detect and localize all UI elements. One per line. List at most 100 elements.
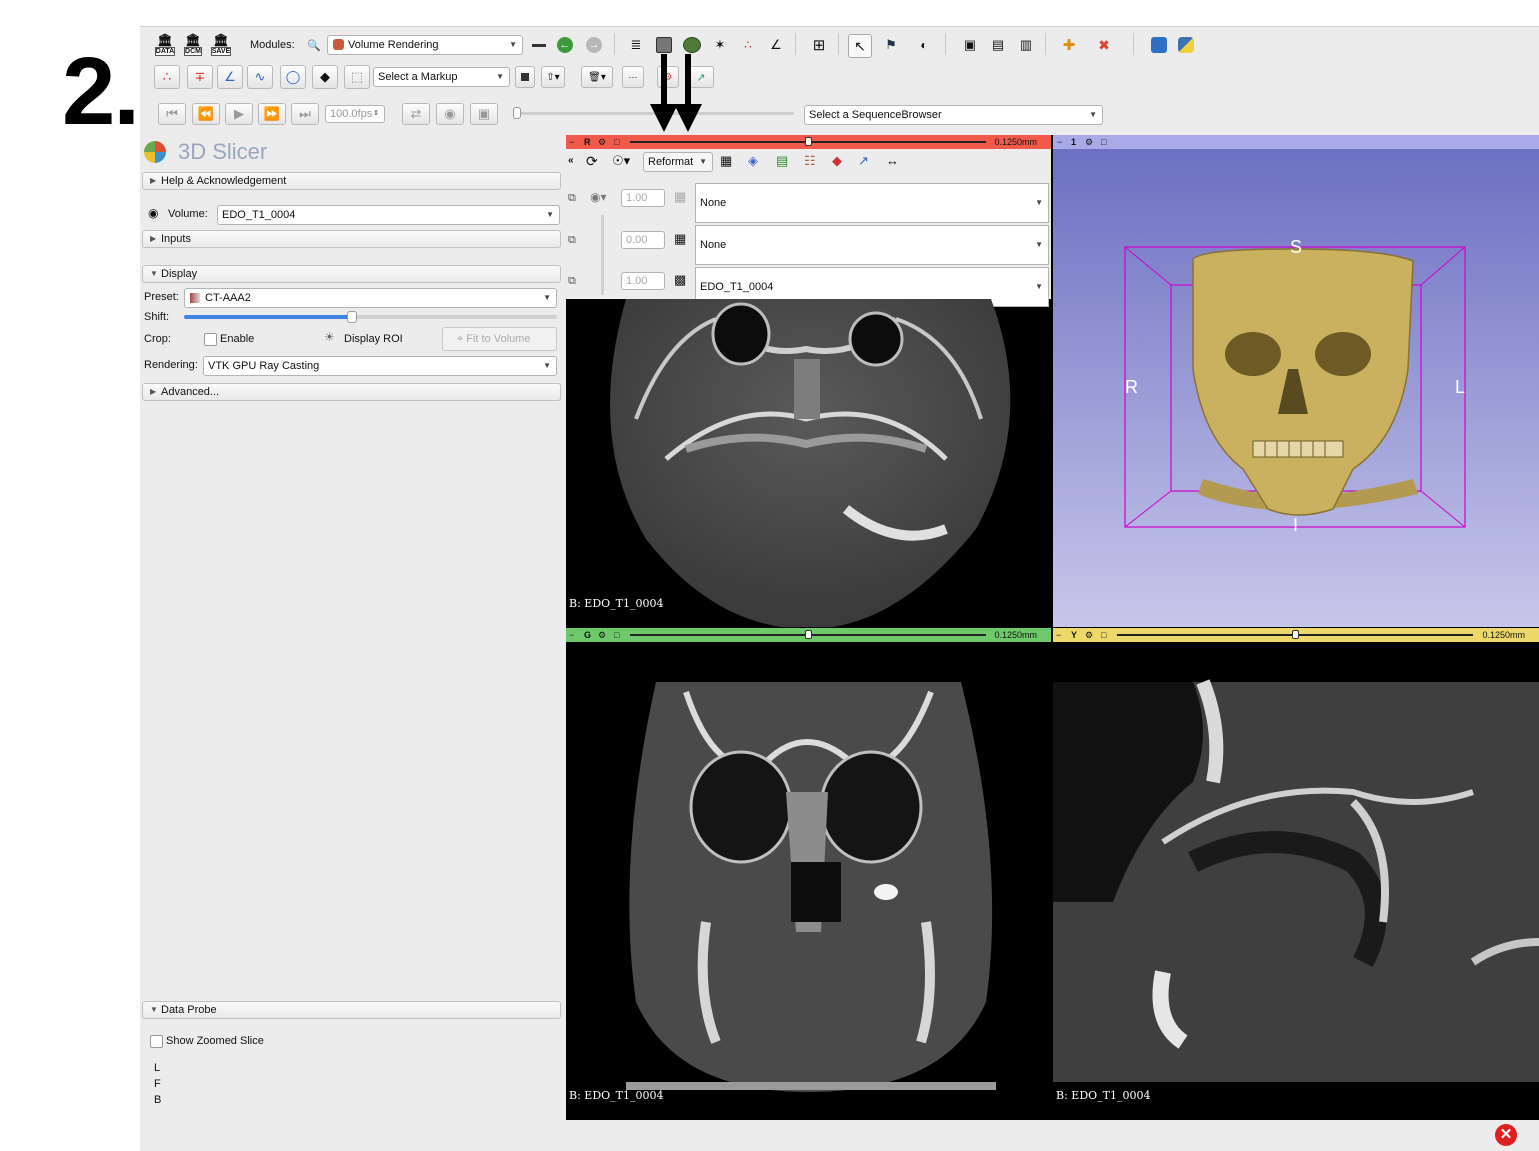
show-zoomed-slice-checkbox[interactable]: [150, 1035, 163, 1048]
link-icon[interactable]: ⚙: [598, 628, 606, 642]
ruler-icon[interactable]: ↔: [886, 153, 899, 168]
place-fiducial-icon[interactable]: ⚑: [880, 34, 902, 56]
module-selector[interactable]: Volume Rendering ▼: [327, 35, 523, 55]
delete-markup-icon[interactable]: 🗑▾: [581, 66, 613, 88]
red-slice-view[interactable]: − R ⚙ □ 0.1250mm « ⟳ ☉▾ Reformat ▼ ▦ ◈ ▤: [566, 135, 1051, 627]
previous-frame-icon[interactable]: ⏪: [192, 103, 220, 125]
scene-view-icon[interactable]: ▤: [987, 34, 1009, 56]
volume-selector[interactable]: EDO_T1_0004 ▼: [217, 205, 560, 225]
dicom-button[interactable]: 🏛 DCM: [182, 33, 204, 56]
forward-icon[interactable]: →: [583, 34, 605, 56]
rendering-selector[interactable]: VTK GPU Ray Casting ▼: [203, 356, 557, 376]
opacity-slider[interactable]: [601, 215, 604, 295]
display-roi-label[interactable]: Display ROI: [344, 333, 403, 345]
eye-icon[interactable]: ◉: [148, 206, 158, 220]
yellow-slice-view[interactable]: − Y ⚙ □ 0.1250mm B: EDO_T1_0004: [1053, 628, 1539, 1120]
preset-selector[interactable]: CT-AAA2 ▼: [184, 288, 557, 308]
last-frame-icon[interactable]: ⏭: [291, 103, 319, 125]
markup-selector[interactable]: Select a Markup ▼: [373, 67, 510, 87]
reformat-widget-icon[interactable]: ◈: [748, 153, 758, 169]
more-options-icon[interactable]: ⋯: [622, 66, 644, 88]
fit-to-volume-button[interactable]: ⌖ Fit to Volume: [442, 327, 557, 351]
extension-icon[interactable]: [1148, 34, 1170, 56]
module-history-icon[interactable]: [528, 34, 550, 56]
persistence-icon[interactable]: ⇧▾: [541, 66, 565, 88]
pin-icon[interactable]: −: [1056, 628, 1061, 642]
help-acknowledgement-section[interactable]: ▶ Help & Acknowledgement: [142, 172, 561, 190]
segmentation-icon[interactable]: ☷: [804, 153, 816, 169]
display-roi-icon[interactable]: ☀: [324, 330, 335, 344]
mouse-pointer-icon[interactable]: ↖: [848, 34, 872, 58]
slice-visibility-icon[interactable]: ☉▾: [612, 153, 630, 169]
link-icon[interactable]: ⚙: [598, 135, 606, 149]
save-button[interactable]: 🏛 SAVE: [210, 33, 232, 56]
stop-placement-icon[interactable]: [515, 66, 535, 88]
window-level-icon[interactable]: ◐: [913, 34, 935, 56]
reformat-button[interactable]: Reformat ▼: [643, 152, 713, 172]
pin-icon[interactable]: −: [569, 135, 574, 149]
label-outline-icon[interactable]: ▦: [674, 231, 686, 247]
foreground-opacity-input[interactable]: 1.00: [621, 189, 665, 207]
volumes-module-icon[interactable]: [653, 34, 675, 56]
layout-icon[interactable]: ⊞: [808, 34, 830, 56]
models-module-icon[interactable]: ✶: [709, 34, 731, 56]
roi-markup-icon[interactable]: ⬚: [344, 65, 370, 89]
screenshot-icon[interactable]: ▣: [959, 34, 981, 56]
scene-restore-icon[interactable]: ▥: [1015, 34, 1037, 56]
background-opacity-input[interactable]: 1.00: [621, 272, 665, 290]
maximize-icon[interactable]: □: [614, 628, 619, 642]
yellow-offset-slider-handle[interactable]: [1292, 630, 1299, 639]
layers-icon[interactable]: ▤: [776, 153, 788, 169]
next-frame-icon[interactable]: ⏩: [258, 103, 286, 125]
red-offset-slider-handle[interactable]: [805, 137, 812, 146]
back-icon[interactable]: ←: [554, 34, 576, 56]
crosshair-icon[interactable]: ✚: [1058, 34, 1080, 56]
fps-input[interactable]: 100.0fps ⇕: [325, 105, 385, 123]
pin-icon[interactable]: −: [1057, 135, 1062, 149]
threed-view[interactable]: − 1 ⚙ □ S R L I: [1053, 135, 1539, 627]
first-frame-icon[interactable]: ⏮: [158, 103, 186, 125]
maximize-icon[interactable]: □: [1101, 628, 1106, 642]
loop-icon[interactable]: ⇄: [402, 103, 430, 125]
crop-enable-checkbox[interactable]: [204, 333, 217, 346]
axes-icon[interactable]: ↗: [858, 153, 869, 169]
module-search-icon[interactable]: 🔍: [303, 34, 325, 56]
display-section[interactable]: ▼ Display: [142, 265, 561, 283]
threed-render-area[interactable]: S R L I: [1053, 149, 1539, 627]
markups-module-icon[interactable]: ∴: [737, 34, 759, 56]
foreground-interp-icon[interactable]: ▦: [674, 189, 686, 205]
volume-rendering-module-icon[interactable]: [681, 34, 703, 56]
label-volume-selector[interactable]: None ▼: [695, 225, 1049, 265]
python-icon[interactable]: [1175, 34, 1197, 56]
fiducial-icon[interactable]: ∴: [154, 65, 180, 89]
plane-markup-icon[interactable]: ◆: [312, 65, 338, 89]
link-icon[interactable]: ⚙: [1085, 628, 1093, 642]
label-opacity-input[interactable]: 0.00: [621, 231, 665, 249]
maximize-icon[interactable]: □: [1101, 135, 1106, 149]
inputs-section[interactable]: ▶ Inputs: [142, 230, 561, 248]
play-icon[interactable]: ▶: [225, 103, 253, 125]
angle-markup-icon[interactable]: ∠: [217, 65, 243, 89]
data-module-icon[interactable]: ≣: [625, 34, 647, 56]
link-icon[interactable]: ⚙: [1085, 135, 1093, 149]
data-probe-section[interactable]: ▼ Data Probe: [142, 1001, 561, 1019]
pin-icon[interactable]: −: [569, 628, 574, 642]
background-interp-icon[interactable]: ▩: [674, 272, 686, 288]
grid-icon[interactable]: ▦: [720, 153, 732, 169]
curve-markup-icon[interactable]: ∿: [247, 65, 273, 89]
line-markup-icon[interactable]: ∓: [187, 65, 213, 89]
foreground-eye-icon[interactable]: ◉▾: [590, 190, 607, 204]
sequence-slider-handle[interactable]: [513, 107, 521, 119]
shift-slider-handle[interactable]: [346, 311, 357, 323]
record-icon[interactable]: ◉: [436, 103, 464, 125]
green-offset-slider-handle[interactable]: [805, 630, 812, 639]
close-icon[interactable]: ✕: [1495, 1124, 1517, 1146]
model-icon[interactable]: ◆: [832, 153, 842, 169]
shift-slider[interactable]: [184, 311, 557, 323]
foreground-volume-selector[interactable]: None ▼: [695, 183, 1049, 223]
green-slice-view[interactable]: − G ⚙ □ 0.1250mm B: EDO_T1_0004: [566, 628, 1051, 1120]
load-data-button[interactable]: 🏛 DATA: [154, 33, 176, 56]
fiducial-placement-icon[interactable]: ✖: [1093, 34, 1115, 56]
collapse-controller-icon[interactable]: «: [568, 155, 574, 166]
slice-spin-icon[interactable]: ⟳: [586, 153, 598, 170]
